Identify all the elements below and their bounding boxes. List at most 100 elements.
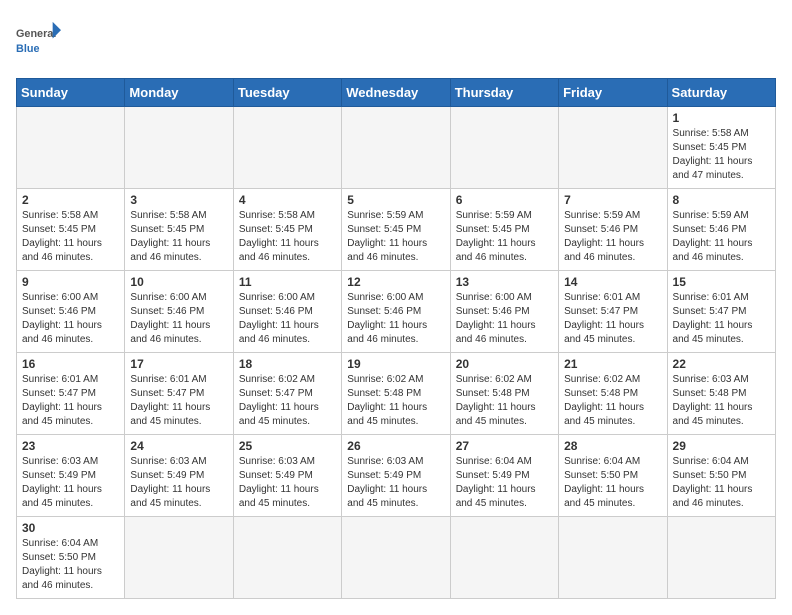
calendar-cell: 3 Sunrise: 5:58 AM Sunset: 5:45 PM Daylig… [125, 189, 233, 271]
calendar-week-row: 2 Sunrise: 5:58 AM Sunset: 5:45 PM Daylig… [17, 189, 776, 271]
generalblue-logo-icon: General Blue [16, 16, 66, 66]
calendar-cell: 25Sunrise: 6:03 AM Sunset: 5:49 PM Dayli… [233, 435, 341, 517]
calendar-week-row: 1 Sunrise: 5:58 AM Sunset: 5:45 PM Daylig… [17, 107, 776, 189]
calendar-cell [450, 517, 558, 599]
calendar-week-row: 30 Sunrise: 6:04 AM Sunset: 5:50 PM Dayli… [17, 517, 776, 599]
day-number: 16 [22, 357, 119, 371]
calendar-cell: 24 Sunrise: 6:03 AM Sunset: 5:49 PM Dayli… [125, 435, 233, 517]
calendar-cell [233, 107, 341, 189]
day-info: Sunrise: 5:58 AM Sunset: 5:45 PM Dayligh… [673, 127, 770, 183]
calendar-cell: 27 Sunrise: 6:04 AM Sunset: 5:49 PM Dayli… [450, 435, 558, 517]
day-number: 14 [564, 275, 661, 289]
day-number: 21 [564, 357, 661, 371]
calendar-cell: 22Sunrise: 6:03 AM Sunset: 5:48 PM Dayli… [667, 353, 775, 435]
day-info: Sunrise: 6:00 AM Sunset: 5:46 PM Dayligh… [130, 291, 227, 347]
day-number: 24 [130, 439, 227, 453]
calendar-cell [450, 107, 558, 189]
day-number: 17 [130, 357, 227, 371]
day-info: Sunrise: 6:00 AM Sunset: 5:46 PM Dayligh… [239, 291, 336, 347]
calendar-cell [125, 107, 233, 189]
calendar-cell: 8Sunrise: 5:59 AM Sunset: 5:46 PM Daylig… [667, 189, 775, 271]
calendar-header-tuesday: Tuesday [233, 79, 341, 107]
day-number: 1 [673, 111, 770, 125]
day-number: 30 [22, 521, 119, 535]
day-number: 5 [347, 193, 444, 207]
day-info: Sunrise: 5:59 AM Sunset: 5:45 PM Dayligh… [456, 209, 553, 265]
calendar-cell: 23Sunrise: 6:03 AM Sunset: 5:49 PM Dayli… [17, 435, 125, 517]
day-number: 6 [456, 193, 553, 207]
day-number: 23 [22, 439, 119, 453]
calendar-table: SundayMondayTuesdayWednesdayThursdayFrid… [16, 78, 776, 599]
calendar-cell: 21 Sunrise: 6:02 AM Sunset: 5:48 PM Dayli… [559, 353, 667, 435]
calendar-cell: 1 Sunrise: 5:58 AM Sunset: 5:45 PM Daylig… [667, 107, 775, 189]
calendar-cell: 28Sunrise: 6:04 AM Sunset: 5:50 PM Dayli… [559, 435, 667, 517]
calendar-cell: 5 Sunrise: 5:59 AM Sunset: 5:45 PM Daylig… [342, 189, 450, 271]
calendar-header-sunday: Sunday [17, 79, 125, 107]
day-number: 4 [239, 193, 336, 207]
day-info: Sunrise: 6:03 AM Sunset: 5:48 PM Dayligh… [673, 373, 770, 429]
calendar-cell: 15 Sunrise: 6:01 AM Sunset: 5:47 PM Dayli… [667, 271, 775, 353]
day-number: 26 [347, 439, 444, 453]
calendar-cell: 26Sunrise: 6:03 AM Sunset: 5:49 PM Dayli… [342, 435, 450, 517]
day-info: Sunrise: 6:02 AM Sunset: 5:48 PM Dayligh… [456, 373, 553, 429]
day-number: 9 [22, 275, 119, 289]
day-info: Sunrise: 6:03 AM Sunset: 5:49 PM Dayligh… [130, 455, 227, 511]
calendar-cell: 18 Sunrise: 6:02 AM Sunset: 5:47 PM Dayli… [233, 353, 341, 435]
day-number: 8 [673, 193, 770, 207]
day-info: Sunrise: 6:02 AM Sunset: 5:47 PM Dayligh… [239, 373, 336, 429]
day-info: Sunrise: 6:01 AM Sunset: 5:47 PM Dayligh… [22, 373, 119, 429]
calendar-cell: 13Sunrise: 6:00 AM Sunset: 5:46 PM Dayli… [450, 271, 558, 353]
calendar-cell: 19Sunrise: 6:02 AM Sunset: 5:48 PM Dayli… [342, 353, 450, 435]
calendar-cell [667, 517, 775, 599]
day-number: 18 [239, 357, 336, 371]
calendar-cell: 6 Sunrise: 5:59 AM Sunset: 5:45 PM Daylig… [450, 189, 558, 271]
day-info: Sunrise: 6:04 AM Sunset: 5:50 PM Dayligh… [22, 537, 119, 593]
calendar-cell: 16 Sunrise: 6:01 AM Sunset: 5:47 PM Dayli… [17, 353, 125, 435]
day-info: Sunrise: 5:59 AM Sunset: 5:46 PM Dayligh… [564, 209, 661, 265]
calendar-cell [559, 107, 667, 189]
svg-text:General: General [16, 28, 56, 40]
day-number: 7 [564, 193, 661, 207]
day-info: Sunrise: 6:03 AM Sunset: 5:49 PM Dayligh… [239, 455, 336, 511]
day-number: 11 [239, 275, 336, 289]
day-number: 29 [673, 439, 770, 453]
day-number: 20 [456, 357, 553, 371]
day-info: Sunrise: 5:58 AM Sunset: 5:45 PM Dayligh… [239, 209, 336, 265]
calendar-cell: 7 Sunrise: 5:59 AM Sunset: 5:46 PM Daylig… [559, 189, 667, 271]
calendar-cell [233, 517, 341, 599]
calendar-cell [17, 107, 125, 189]
calendar-cell [342, 517, 450, 599]
calendar-cell: 29 Sunrise: 6:04 AM Sunset: 5:50 PM Dayli… [667, 435, 775, 517]
calendar-header-friday: Friday [559, 79, 667, 107]
day-info: Sunrise: 6:02 AM Sunset: 5:48 PM Dayligh… [347, 373, 444, 429]
day-info: Sunrise: 5:58 AM Sunset: 5:45 PM Dayligh… [130, 209, 227, 265]
calendar-cell: 30 Sunrise: 6:04 AM Sunset: 5:50 PM Dayli… [17, 517, 125, 599]
day-info: Sunrise: 6:00 AM Sunset: 5:46 PM Dayligh… [347, 291, 444, 347]
svg-text:Blue: Blue [16, 43, 39, 55]
calendar-cell: 2Sunrise: 5:58 AM Sunset: 5:45 PM Daylig… [17, 189, 125, 271]
day-info: Sunrise: 6:00 AM Sunset: 5:46 PM Dayligh… [22, 291, 119, 347]
calendar-header-saturday: Saturday [667, 79, 775, 107]
day-info: Sunrise: 6:04 AM Sunset: 5:49 PM Dayligh… [456, 455, 553, 511]
logo: General Blue [16, 16, 66, 66]
day-info: Sunrise: 6:02 AM Sunset: 5:48 PM Dayligh… [564, 373, 661, 429]
header: General Blue [16, 16, 776, 66]
day-info: Sunrise: 5:59 AM Sunset: 5:45 PM Dayligh… [347, 209, 444, 265]
day-number: 10 [130, 275, 227, 289]
day-info: Sunrise: 6:01 AM Sunset: 5:47 PM Dayligh… [130, 373, 227, 429]
calendar-header-monday: Monday [125, 79, 233, 107]
day-info: Sunrise: 6:04 AM Sunset: 5:50 PM Dayligh… [564, 455, 661, 511]
day-info: Sunrise: 6:01 AM Sunset: 5:47 PM Dayligh… [673, 291, 770, 347]
calendar-cell: 10 Sunrise: 6:00 AM Sunset: 5:46 PM Dayli… [125, 271, 233, 353]
day-info: Sunrise: 6:00 AM Sunset: 5:46 PM Dayligh… [456, 291, 553, 347]
calendar-cell: 9 Sunrise: 6:00 AM Sunset: 5:46 PM Daylig… [17, 271, 125, 353]
day-number: 3 [130, 193, 227, 207]
day-number: 15 [673, 275, 770, 289]
calendar-cell: 20 Sunrise: 6:02 AM Sunset: 5:48 PM Dayli… [450, 353, 558, 435]
calendar-week-row: 16 Sunrise: 6:01 AM Sunset: 5:47 PM Dayli… [17, 353, 776, 435]
calendar-week-row: 9 Sunrise: 6:00 AM Sunset: 5:46 PM Daylig… [17, 271, 776, 353]
day-number: 2 [22, 193, 119, 207]
day-number: 27 [456, 439, 553, 453]
calendar-header-wednesday: Wednesday [342, 79, 450, 107]
day-info: Sunrise: 6:04 AM Sunset: 5:50 PM Dayligh… [673, 455, 770, 511]
